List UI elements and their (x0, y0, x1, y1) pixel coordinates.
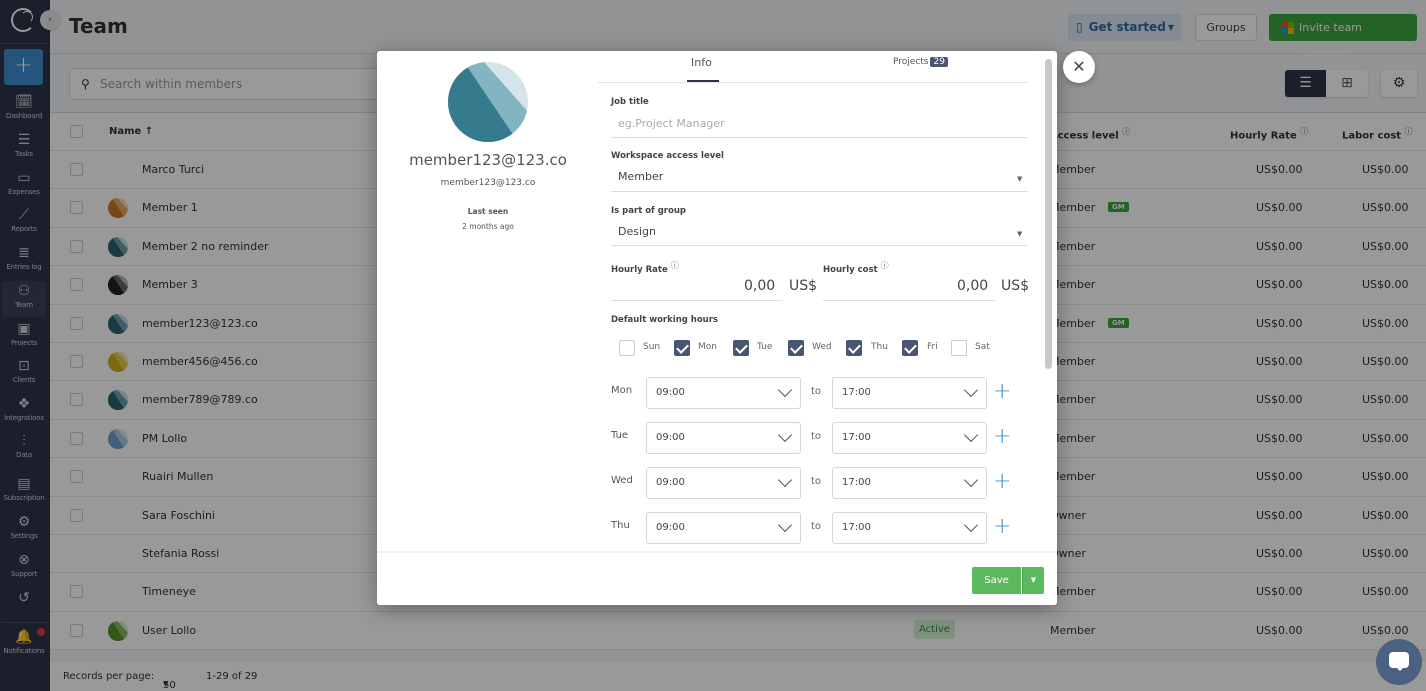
to-label: to (811, 386, 822, 397)
last-seen-label: Last seen (467, 207, 509, 216)
divider (611, 300, 783, 301)
chevron-down-icon (963, 382, 979, 398)
day-checkbox-sat[interactable] (951, 340, 967, 356)
end-time-select[interactable]: 17:00 (832, 512, 987, 544)
start-time-select[interactable]: 09:00 (646, 377, 801, 409)
day-checkbox-tue[interactable] (733, 340, 749, 356)
day-label: Tue (757, 342, 773, 352)
divider (823, 300, 995, 301)
schedule-day-label: Tue (611, 430, 629, 441)
to-label: to (811, 521, 822, 532)
day-label: Mon (698, 342, 717, 352)
chevron-down-icon (777, 517, 793, 533)
active-tab-indicator (687, 80, 719, 82)
chevron-down-icon (963, 517, 979, 533)
caret-down-icon: ▼ (1030, 576, 1037, 584)
hourly-cost-label: Hourly cost ⓘ (823, 260, 889, 275)
access-level-label: Workspace access level (611, 151, 724, 161)
modal-tabs: Info Projects 29 (598, 51, 1028, 83)
add-time-range-button[interactable]: + (993, 426, 1011, 448)
job-title-label: Job title (611, 97, 649, 107)
day-checkbox-sun[interactable] (619, 340, 635, 356)
close-modal-button[interactable]: ✕ (1063, 51, 1095, 83)
chevron-down-icon (963, 472, 979, 488)
profile-name: member123@123.co (409, 151, 567, 169)
start-time-value: 09:00 (656, 477, 685, 488)
divider (611, 191, 1028, 192)
end-time-select[interactable]: 17:00 (832, 467, 987, 499)
day-checkbox-fri[interactable] (902, 340, 918, 356)
day-label: Sun (643, 342, 661, 352)
day-checkbox-thu[interactable] (846, 340, 862, 356)
profile-avatar (448, 62, 528, 142)
caret-down-icon: ▼ (1017, 175, 1023, 183)
chevron-down-icon (777, 472, 793, 488)
profile-email: member123@123.co (440, 178, 536, 188)
chevron-down-icon (963, 427, 979, 443)
end-time-value: 17:00 (842, 522, 871, 533)
divider (611, 245, 1028, 246)
day-label: Sat (975, 342, 990, 352)
access-level-value: Member (618, 170, 664, 183)
end-time-select[interactable]: 17:00 (832, 422, 987, 454)
group-value: Design (618, 225, 656, 238)
tab-projects-label: Projects (893, 57, 929, 67)
divider (611, 137, 1028, 138)
info-icon: ⓘ (880, 261, 889, 270)
schedule-day-label: Mon (611, 385, 633, 396)
hourly-rate-label-text: Hourly Rate (611, 264, 668, 275)
modal-scrollbar[interactable] (1045, 59, 1052, 369)
to-label: to (811, 476, 822, 487)
hourly-cost-currency: US$ (1001, 278, 1030, 294)
working-hours-label: Default working hours (611, 315, 718, 325)
save-options-button[interactable]: ▼ (1022, 567, 1044, 594)
close-icon: ✕ (1072, 57, 1086, 76)
tab-projects[interactable]: Projects 29 (893, 57, 948, 67)
group-label: Is part of group (611, 206, 686, 216)
day-label: Wed (812, 342, 832, 352)
day-label: Thu (871, 342, 888, 352)
end-time-value: 17:00 (842, 477, 871, 488)
day-checkbox-wed[interactable] (788, 340, 804, 356)
last-seen-value: 2 months ago (462, 222, 514, 231)
start-time-select[interactable]: 09:00 (646, 512, 801, 544)
info-icon: ⓘ (670, 261, 679, 270)
to-label: to (811, 431, 822, 442)
day-checkbox-mon[interactable] (674, 340, 690, 356)
schedule-day-label: Thu (611, 520, 630, 531)
schedule-day-label: Wed (611, 475, 633, 486)
start-time-value: 09:00 (656, 432, 685, 443)
day-label: Fri (927, 342, 938, 352)
caret-down-icon: ▼ (1017, 230, 1023, 238)
hourly-cost-input[interactable]: 0,00 (957, 278, 988, 294)
tab-info[interactable]: Info (691, 56, 712, 69)
job-title-input[interactable]: eg.Project Manager (618, 117, 725, 130)
end-time-value: 17:00 (842, 432, 871, 443)
add-time-range-button[interactable]: + (993, 471, 1011, 493)
end-time-value: 17:00 (842, 387, 871, 398)
start-time-value: 09:00 (656, 387, 685, 398)
hourly-rate-label: Hourly Rate ⓘ (611, 260, 679, 275)
hourly-rate-input[interactable]: 0,00 (744, 278, 775, 294)
modal-footer: Save ▼ (377, 551, 1057, 605)
save-button[interactable]: Save (972, 567, 1021, 594)
projects-count-badge: 29 (930, 57, 948, 67)
chevron-down-icon (777, 427, 793, 443)
add-time-range-button[interactable]: + (993, 381, 1011, 403)
start-time-value: 09:00 (656, 522, 685, 533)
group-select[interactable]: Design (618, 225, 1028, 238)
add-time-range-button[interactable]: + (993, 516, 1011, 538)
access-level-select[interactable]: Member (618, 170, 1028, 183)
chat-icon (1389, 652, 1409, 671)
start-time-select[interactable]: 09:00 (646, 422, 801, 454)
member-detail-modal: member123@123.co member123@123.co Last s… (377, 51, 1057, 605)
end-time-select[interactable]: 17:00 (832, 377, 987, 409)
chevron-down-icon (777, 382, 793, 398)
start-time-select[interactable]: 09:00 (646, 467, 801, 499)
chat-support-button[interactable] (1376, 639, 1422, 685)
hourly-cost-label-text: Hourly cost (823, 264, 878, 275)
hourly-rate-currency: US$ (789, 278, 818, 294)
